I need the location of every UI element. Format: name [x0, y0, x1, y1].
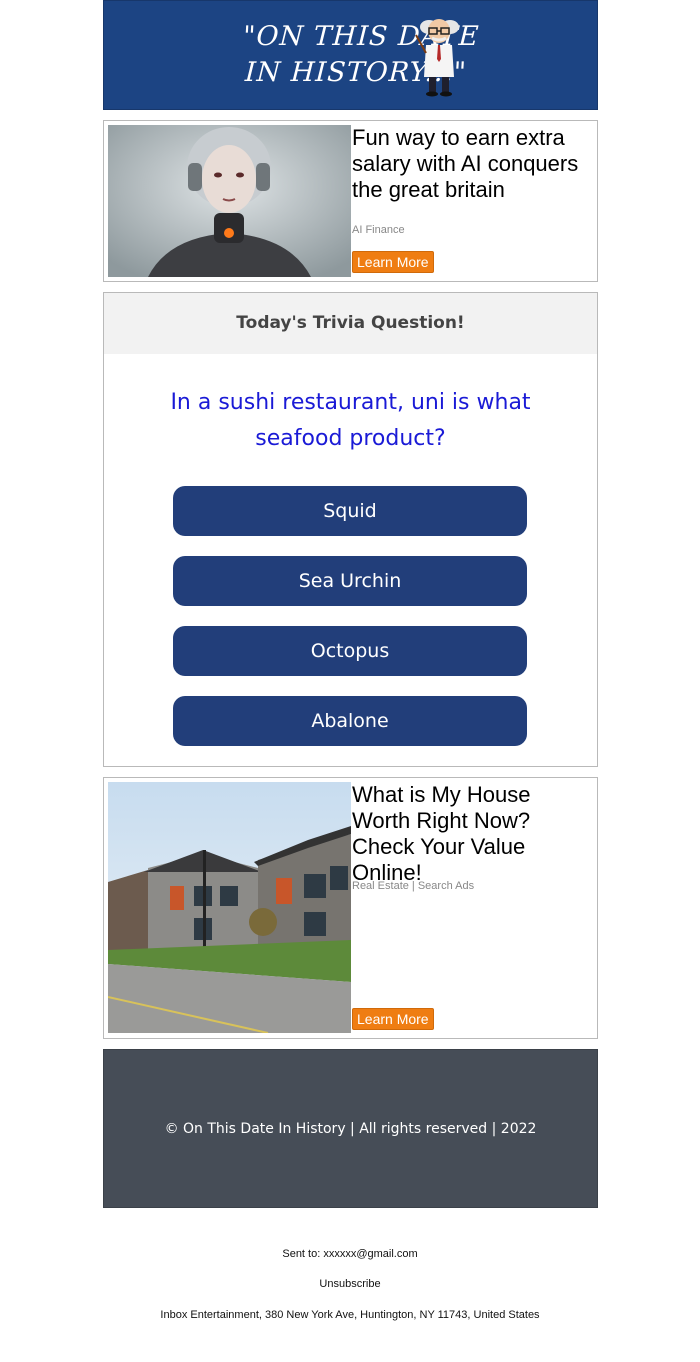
ad-headline[interactable]: What is My House Worth Right Now? Check …	[352, 782, 592, 886]
ad-source-label: Real Estate | Search Ads	[352, 880, 475, 892]
sent-to-text: Sent to: xxxxxx@gmail.com	[282, 1248, 418, 1260]
sponsored-ad-real-estate[interactable]: What is My House Worth Right Now? Check …	[103, 777, 598, 1039]
sponsored-ad-ai-finance[interactable]: Fun way to earn extra salary with AI con…	[103, 120, 598, 282]
ad-image-ai-robot-woman[interactable]	[108, 125, 351, 277]
answer-button-octopus[interactable]: Octopus	[173, 626, 527, 676]
copyright-text: © On This Date In History | All rights r…	[164, 1120, 537, 1137]
professor-mascot-icon	[415, 19, 459, 97]
company-address: Inbox Entertainment, 380 New York Ave, H…	[160, 1309, 540, 1321]
learn-more-button[interactable]: Learn More	[352, 1008, 434, 1030]
answer-button-squid[interactable]: Squid	[173, 486, 527, 536]
learn-more-button[interactable]: Learn More	[352, 251, 434, 273]
site-footer: © On This Date In History | All rights r…	[103, 1049, 598, 1208]
ad-source-label: AI Finance	[352, 224, 405, 236]
ad-headline[interactable]: Fun way to earn extra salary with AI con…	[352, 125, 592, 203]
trivia-card: Today's Trivia Question! In a sushi rest…	[103, 292, 598, 767]
trivia-question: In a sushi restaurant, uni is what seafo…	[170, 390, 531, 451]
trivia-heading: Today's Trivia Question!	[104, 293, 597, 354]
ad-image-modern-houses[interactable]	[108, 782, 351, 1033]
unsubscribe-link[interactable]: Unsubscribe	[0, 1278, 700, 1290]
answer-button-abalone[interactable]: Abalone	[173, 696, 527, 746]
answer-button-sea-urchin[interactable]: Sea Urchin	[173, 556, 527, 606]
site-header: "ON THIS DATE IN HISTORY..."	[103, 0, 598, 110]
